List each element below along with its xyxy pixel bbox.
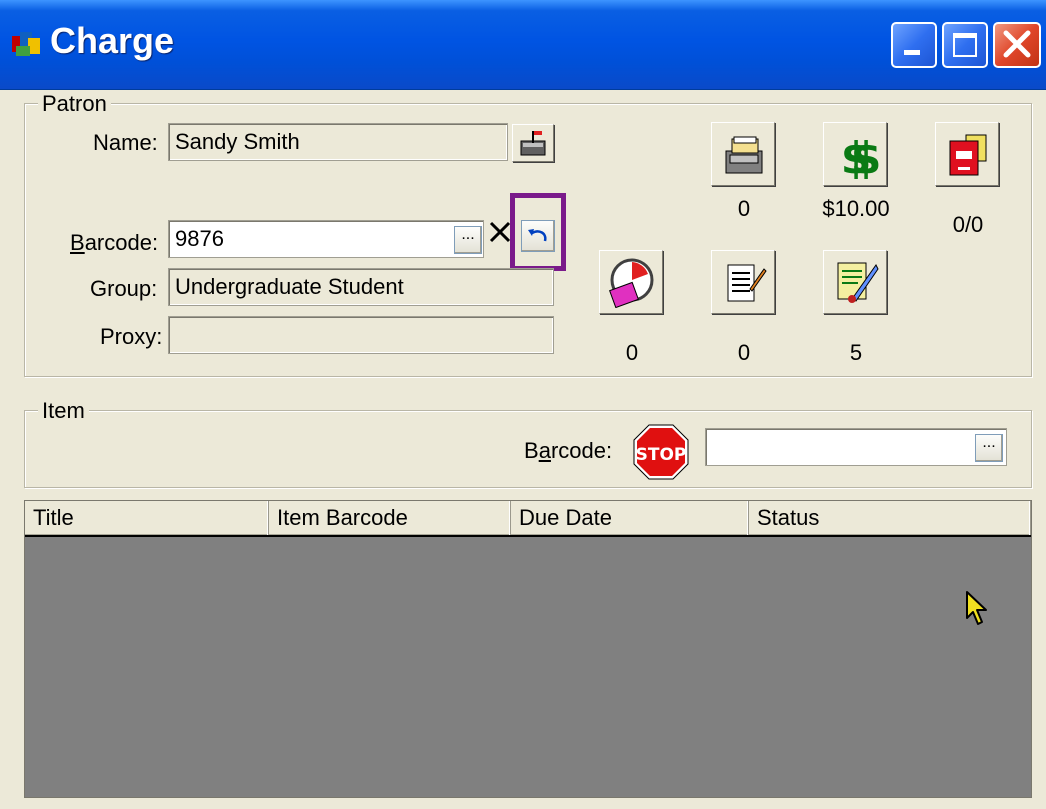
card-file-icon — [725, 136, 763, 174]
mailbox-icon — [520, 131, 546, 156]
column-status[interactable]: Status — [749, 501, 1031, 535]
window-title: Charge — [50, 20, 175, 61]
column-item-barcode[interactable]: Item Barcode — [269, 501, 511, 535]
item-barcode-browse-button[interactable]: ... — [975, 434, 1003, 462]
receipt-pen-icon — [727, 264, 767, 302]
charges-button[interactable] — [935, 122, 999, 186]
patron-barcode-label: Barcode: — [70, 230, 159, 255]
patron-barcode-browse-button[interactable]: ... — [454, 226, 482, 254]
item-barcode-input[interactable] — [705, 428, 1007, 466]
patron-lookup-button[interactable] — [512, 124, 554, 162]
minimize-icon — [904, 50, 920, 55]
patron-legend: Patron — [38, 91, 111, 117]
library-app-icon — [12, 32, 40, 56]
overdue-count: 0 — [625, 340, 639, 365]
clock-book-icon — [609, 258, 654, 308]
maximize-button[interactable] — [942, 22, 988, 68]
fines-amount: $10.00 — [822, 196, 890, 221]
proxy-label: Proxy: — [100, 324, 163, 349]
notes-count: 0 — [737, 340, 751, 365]
group-field: Undergraduate Student — [168, 268, 554, 306]
minimize-button[interactable] — [891, 22, 937, 68]
undo-icon — [528, 229, 547, 242]
blocks-count: 5 — [849, 340, 863, 365]
svg-text:$: $ — [851, 133, 880, 179]
column-due-date[interactable]: Due Date — [511, 501, 749, 535]
mouse-cursor-icon — [966, 591, 987, 625]
notes-button[interactable] — [711, 250, 775, 314]
overdue-button[interactable] — [599, 250, 663, 314]
clear-barcode-icon[interactable] — [488, 219, 512, 249]
item-legend: Item — [38, 398, 89, 424]
name-label: Name: — [93, 130, 158, 155]
stop-icon: STOP — [633, 424, 689, 480]
item-barcode-label: Barcode: — [524, 438, 613, 463]
dollar-icon: $ $ — [841, 133, 880, 179]
name-field: Sandy Smith — [168, 123, 508, 161]
charges-count: 0/0 — [952, 212, 984, 237]
table-header: Title Item Barcode Due Date Status — [25, 501, 1031, 537]
group-label: Group: — [90, 276, 158, 301]
holds-count: 0 — [737, 196, 751, 221]
stop-text: STOP — [636, 445, 687, 465]
title-bar[interactable]: Charge — [0, 0, 1046, 90]
column-title[interactable]: Title — [25, 501, 269, 535]
holds-button[interactable] — [711, 122, 775, 186]
fines-button[interactable]: $ $ — [823, 122, 887, 186]
close-icon — [1003, 30, 1031, 58]
proxy-field — [168, 316, 554, 354]
document-quill-icon — [837, 262, 879, 303]
patron-barcode-input[interactable]: 9876 — [168, 220, 484, 258]
undo-button[interactable] — [521, 220, 555, 252]
red-book-icon — [949, 134, 987, 176]
close-button[interactable] — [993, 22, 1041, 68]
charged-items-table[interactable]: Title Item Barcode Due Date Status — [24, 500, 1032, 798]
table-body[interactable] — [25, 539, 1031, 797]
blocks-button[interactable] — [823, 250, 887, 314]
maximize-icon — [953, 33, 977, 57]
